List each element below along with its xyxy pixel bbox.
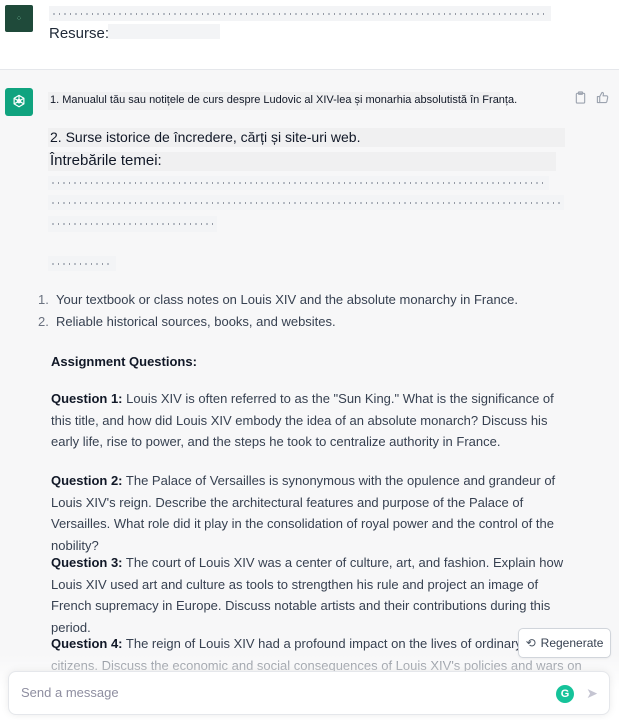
refresh-icon: ⟲ xyxy=(525,636,536,650)
translated-text-line: 1. Manualul tău sau notițele de curs des… xyxy=(48,92,517,110)
question-paragraph: Question 3: The court of Louis XIV was a… xyxy=(51,555,564,635)
user-message: ⁘ Resurse: xyxy=(0,0,619,70)
regenerate-button[interactable]: ⟲ Regenerate xyxy=(518,628,611,658)
list-item: 2. Reliable historical sources, books, an… xyxy=(38,314,336,329)
redacted-text-line xyxy=(48,256,116,271)
translated-text-line: Întrebările temei: xyxy=(48,152,556,171)
message-actions xyxy=(574,91,609,104)
message-composer: G ➤ xyxy=(8,671,610,715)
assistant-message: 1. Manualul tău sau notițele de curs des… xyxy=(0,70,619,720)
redacted-text-line xyxy=(48,176,549,190)
question-paragraph: Question 1: Louis XIV is often referred … xyxy=(51,391,554,449)
resources-list: 1. Your textbook or class notes on Louis … xyxy=(38,292,518,336)
thumbs-up-icon[interactable] xyxy=(596,91,609,104)
question-paragraph: Question 2: The Palace of Versailles is … xyxy=(51,473,556,553)
user-avatar: ⁘ xyxy=(5,5,33,32)
translated-text-line: 2. Surse istorice de încredere, cărți și… xyxy=(48,128,565,147)
redacted-text-line xyxy=(108,24,220,39)
redacted-text-line xyxy=(48,216,217,232)
redacted-text-line xyxy=(49,6,551,21)
resources-label: Resurse: xyxy=(49,25,110,42)
list-item: 1. Your textbook or class notes on Louis … xyxy=(38,292,519,307)
send-icon[interactable]: ➤ xyxy=(583,684,601,704)
assignment-heading: Assignment Questions: xyxy=(51,354,197,369)
clipboard-icon[interactable] xyxy=(574,91,587,104)
chatgpt-logo-icon xyxy=(5,88,33,116)
regenerate-label: Regenerate xyxy=(540,636,604,650)
grammarly-icon[interactable]: G xyxy=(556,685,574,703)
message-input[interactable] xyxy=(21,685,521,700)
redacted-text-line xyxy=(48,195,564,210)
